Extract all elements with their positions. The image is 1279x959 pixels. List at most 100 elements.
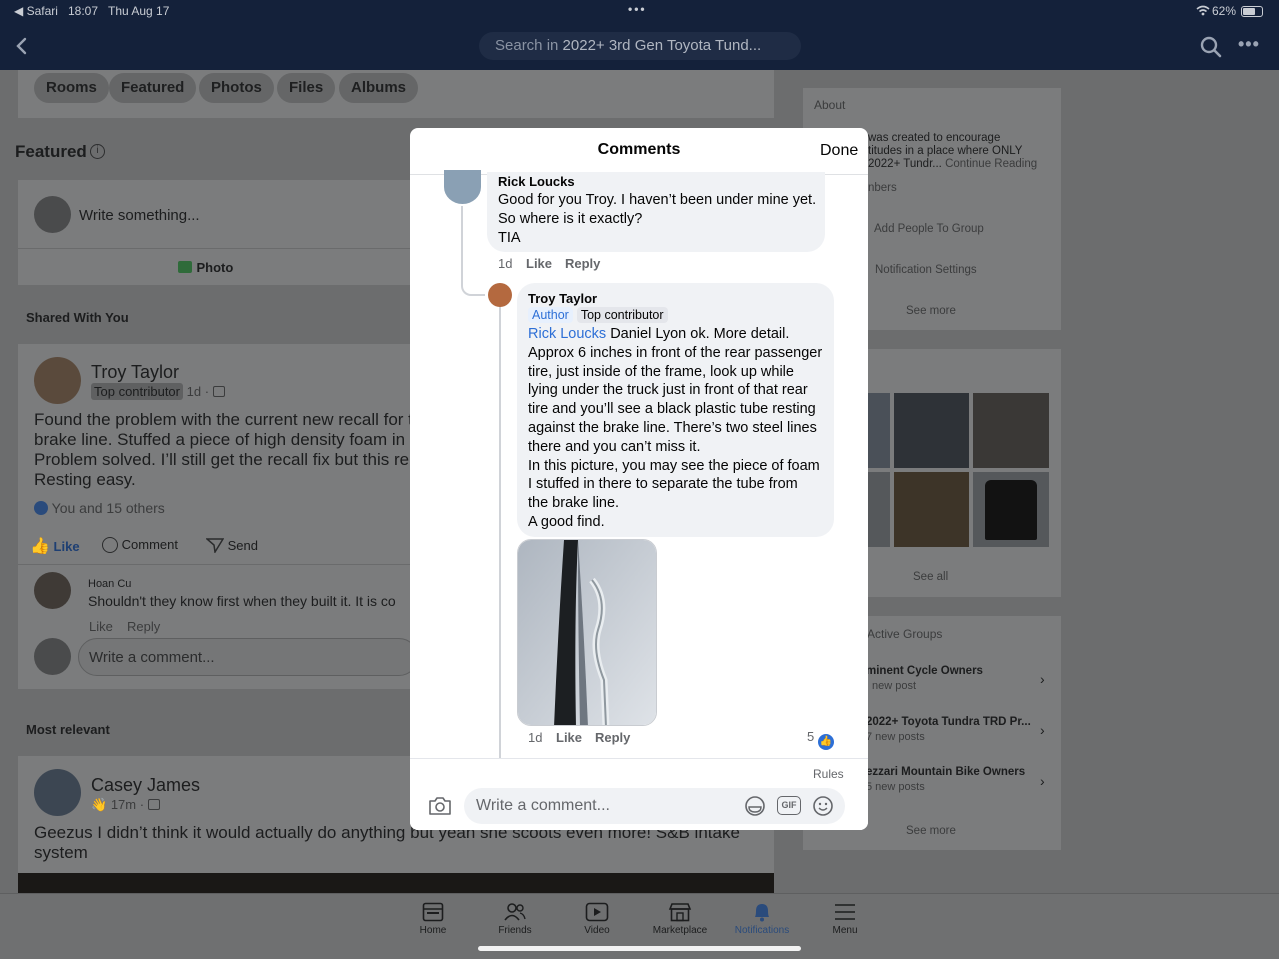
post-author-avatar[interactable] xyxy=(34,769,81,816)
group-search-input[interactable]: Search in 2022+ 3rd Gen Toyota Tund... xyxy=(479,32,801,60)
comment-reply-link[interactable]: Reply xyxy=(127,619,160,634)
group-item[interactable]: 2022+ Toyota Tundra TRD Pr... 7 new post… xyxy=(866,716,1046,743)
see-more-about[interactable]: See more xyxy=(906,305,956,317)
send-icon xyxy=(204,538,225,555)
add-people-button[interactable]: Add People To Group xyxy=(874,223,984,235)
comment-text: Shouldn't they know first when they buil… xyxy=(88,593,396,609)
gif-icon[interactable]: GIF xyxy=(777,796,801,815)
see-more-groups[interactable]: See more xyxy=(906,825,956,837)
battery-icon xyxy=(1241,6,1263,17)
multitask-dots-icon[interactable]: ••• xyxy=(628,2,647,16)
tab-featured[interactable]: Featured xyxy=(109,73,197,103)
tab-albums[interactable]: Albums xyxy=(339,73,419,103)
most-relevant-title: Most relevant xyxy=(26,722,110,737)
tshirt-image xyxy=(985,480,1037,540)
comment-author[interactable]: Hoan Cu xyxy=(88,578,131,590)
post-text: Found the problem with the current new r… xyxy=(34,410,410,490)
back-chevron-icon[interactable] xyxy=(14,37,28,55)
tab-rooms[interactable]: Rooms xyxy=(34,73,109,103)
reaction-count: 5 xyxy=(807,729,815,744)
comment-author[interactable]: Troy Taylor xyxy=(528,291,597,306)
home-indicator xyxy=(478,946,801,951)
post-text-line: Found the problem with the current new r… xyxy=(34,410,410,429)
post-reactions[interactable]: You and 15 others xyxy=(34,500,165,516)
post-comment-button[interactable]: Comment xyxy=(102,537,178,553)
post-author-name[interactable]: Troy Taylor xyxy=(91,362,179,383)
comment-reply-link[interactable]: Reply xyxy=(595,730,630,745)
members-count[interactable]: nbers xyxy=(868,182,897,194)
post-like-button[interactable]: 👍 Like xyxy=(30,536,80,556)
comment-line: Good for you Troy. I haven’t been under … xyxy=(498,192,817,208)
group-item[interactable]: ezzari Mountain Bike Owners 5 new posts xyxy=(866,766,1046,793)
post-send-button[interactable]: Send xyxy=(204,537,258,555)
comment-reactions[interactable]: 5 👍 xyxy=(807,729,834,750)
like-label: Like xyxy=(53,539,80,554)
tab-friends[interactable]: Friends xyxy=(479,902,551,936)
comment-photo[interactable] xyxy=(517,539,657,726)
mention-link[interactable]: Rick Loucks xyxy=(528,326,606,342)
photo-thumb[interactable] xyxy=(868,472,890,547)
rick-avatar[interactable] xyxy=(444,170,481,204)
group-posts: new post xyxy=(872,680,917,692)
comment-reply-link[interactable]: Reply xyxy=(565,256,600,271)
top-contributor-badge: Top contributor xyxy=(91,383,183,400)
photo-thumb[interactable] xyxy=(894,472,969,547)
rules-link[interactable]: Rules xyxy=(813,767,844,781)
post-meta: Top contributor 1d · xyxy=(91,383,225,400)
comment-time: 1d xyxy=(528,730,543,745)
write-comment-input[interactable]: Write a comment... xyxy=(78,638,418,676)
group-item[interactable]: minent Cycle Owners new post xyxy=(866,665,1046,692)
comment-like-link[interactable]: Like xyxy=(526,256,552,271)
comment-input[interactable]: Write a comment... GIF xyxy=(464,788,845,824)
tab-video[interactable]: Video xyxy=(561,902,633,936)
tab-label: Marketplace xyxy=(652,925,708,936)
thumbs-up-icon: 👍 xyxy=(30,538,50,555)
status-bar: ◀ Safari 18:07 Thu Aug 17 ••• 62% xyxy=(0,0,1279,24)
group-posts: 5 new posts xyxy=(866,781,925,793)
back-to-app[interactable]: ◀ Safari xyxy=(14,4,58,18)
photo-thumb[interactable] xyxy=(894,393,969,468)
tab-files[interactable]: Files xyxy=(277,73,336,103)
comment-text: Rick Loucks Daniel Lyon ok. More detail.… xyxy=(528,325,828,532)
more-options-icon[interactable]: ••• xyxy=(1238,34,1260,55)
status-date: Thu Aug 17 xyxy=(108,4,170,18)
comment-like-link[interactable]: Like xyxy=(89,619,113,634)
avatar-sticker-icon[interactable] xyxy=(744,795,766,817)
post-author-name[interactable]: Casey James xyxy=(91,775,200,796)
commenter-avatar[interactable] xyxy=(34,572,71,609)
comment-line: Daniel Lyon ok. More detail. xyxy=(606,326,790,342)
post-meta: 👋 17m · xyxy=(91,797,160,813)
info-icon[interactable]: i xyxy=(90,144,105,159)
comment-line: against the brake line. There’s two stee… xyxy=(528,419,817,436)
post-author-avatar[interactable] xyxy=(34,357,81,404)
camera-icon[interactable] xyxy=(428,796,452,816)
photo-button[interactable]: Photo xyxy=(178,259,233,277)
menu-icon xyxy=(835,904,855,920)
comment-line: the brake line. xyxy=(528,495,620,512)
done-button[interactable]: Done xyxy=(820,142,858,160)
search-icon[interactable] xyxy=(1200,36,1222,58)
comment-like-link[interactable]: Like xyxy=(556,730,582,745)
shared-section-title: Shared With You xyxy=(26,310,129,325)
comment-line: A good find. xyxy=(528,513,605,530)
continue-reading-link[interactable]: Continue Reading xyxy=(945,158,1037,170)
photo-thumb[interactable] xyxy=(973,472,1049,547)
notification-settings-button[interactable]: Notification Settings xyxy=(875,264,977,276)
see-all-photos[interactable]: See all xyxy=(913,571,948,583)
tab-notifications[interactable]: Notifications xyxy=(726,902,798,936)
emoji-icon[interactable] xyxy=(812,795,834,817)
post-media[interactable] xyxy=(18,873,774,893)
tab-home[interactable]: Home xyxy=(397,902,469,936)
composer-input[interactable]: Write something... xyxy=(79,207,200,224)
tab-menu[interactable]: Menu xyxy=(809,902,881,936)
comment-author[interactable]: Rick Loucks xyxy=(498,174,575,189)
tab-marketplace[interactable]: Marketplace xyxy=(644,902,716,936)
post-time: 17m · xyxy=(110,797,145,812)
about-line: 2022+ Tundr... xyxy=(868,158,942,170)
tab-photos[interactable]: Photos xyxy=(199,73,274,103)
photo-thumb[interactable] xyxy=(868,393,890,468)
photo-thumb[interactable] xyxy=(973,393,1049,468)
comment-line: tire, just inside of the frame, look up … xyxy=(528,363,794,380)
troy-avatar[interactable] xyxy=(488,283,512,307)
wifi-icon xyxy=(1196,5,1210,16)
